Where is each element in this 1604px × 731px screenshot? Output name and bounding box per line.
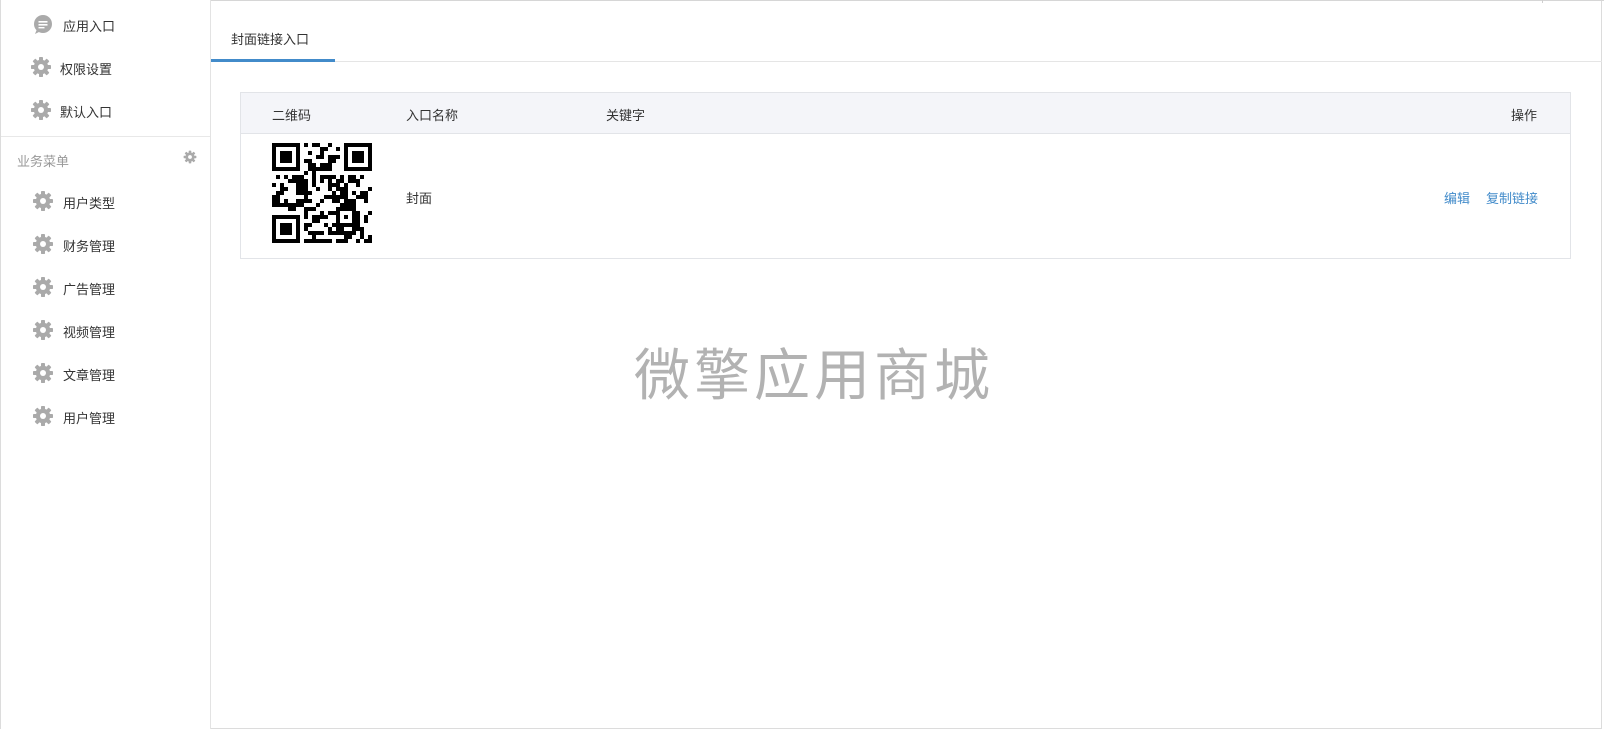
sidebar: 应用入口 权限设置 默认入口 业务菜单 用户类型 财务管理 广告管理 视频管理 … (1, 0, 211, 729)
comment-bubble-icon (34, 15, 52, 34)
column-header-actions: 操作 (1511, 109, 1538, 124)
sidebar-item-label: 应用入口 (63, 20, 116, 35)
sidebar-item-label: 用户管理 (63, 412, 116, 427)
gear-icon (33, 406, 53, 426)
qr-code-icon (272, 143, 372, 243)
sidebar-divider (1, 136, 210, 137)
gear-icon (33, 363, 53, 383)
edit-link[interactable]: 编辑 (1444, 188, 1470, 207)
column-header-name: 入口名称 (406, 109, 459, 124)
tab-bar: 封面链接入口 (211, 2, 1602, 62)
sidebar-item-label: 财务管理 (63, 240, 116, 255)
sidebar-item-finance[interactable]: 财务管理 (1, 224, 210, 264)
gear-icon (33, 277, 53, 297)
sidebar-item-label: 文章管理 (63, 369, 116, 384)
column-header-keyword: 关键字 (606, 109, 646, 124)
gear-icon[interactable] (183, 150, 197, 164)
sidebar-item-articles[interactable]: 文章管理 (1, 353, 210, 393)
gear-icon (31, 57, 51, 77)
sidebar-group-title: 业务菜单 (17, 155, 70, 170)
sidebar-item-video[interactable]: 视频管理 (1, 310, 210, 350)
tab-active-indicator (211, 59, 335, 62)
sidebar-item-ads[interactable]: 广告管理 (1, 267, 210, 307)
sidebar-item-app-entry[interactable]: 应用入口 (1, 4, 210, 44)
sidebar-item-users[interactable]: 用户管理 (1, 396, 210, 436)
entry-table: 二维码 入口名称 关键字 操作 封面 编辑 复制链接 (240, 92, 1571, 259)
entry-name: 封面 (406, 192, 433, 207)
gear-icon (33, 191, 53, 211)
sidebar-item-label: 默认入口 (60, 106, 113, 121)
sidebar-item-default-entry[interactable]: 默认入口 (1, 90, 210, 130)
gear-icon (31, 100, 51, 120)
gear-icon (33, 320, 53, 340)
sidebar-item-permissions[interactable]: 权限设置 (1, 47, 210, 87)
gear-icon (33, 234, 53, 254)
sidebar-item-label: 视频管理 (63, 326, 116, 341)
column-header-qrcode: 二维码 (272, 109, 312, 124)
tab-cover-link-entry[interactable]: 封面链接入口 (211, 2, 335, 62)
sidebar-item-label: 权限设置 (60, 63, 113, 78)
table-header: 二维码 入口名称 关键字 操作 (241, 93, 1570, 134)
copy-link-button[interactable]: 复制链接 (1486, 188, 1538, 207)
sidebar-item-label: 用户类型 (63, 197, 116, 212)
sidebar-item-label: 广告管理 (63, 283, 116, 298)
watermark: 微擎应用商城 (634, 344, 994, 409)
tab-label: 封面链接入口 (231, 33, 310, 48)
sidebar-item-user-type[interactable]: 用户类型 (1, 181, 210, 221)
